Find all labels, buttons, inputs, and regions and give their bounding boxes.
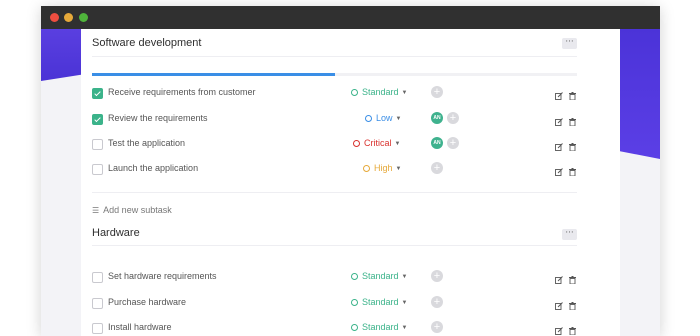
priority-dropdown[interactable]: Standard ▼ <box>351 271 407 281</box>
section-divider <box>92 245 577 246</box>
trash-icon[interactable] <box>569 322 576 336</box>
edit-icon[interactable] <box>555 138 563 151</box>
priority-label: Standard <box>362 322 399 332</box>
chevron-down-icon: ▼ <box>401 300 408 306</box>
task-checkbox[interactable] <box>92 88 103 99</box>
priority-circle-icon <box>351 273 358 280</box>
plus-icon[interactable]: + <box>431 162 443 174</box>
priority-circle-icon <box>351 324 358 331</box>
section-divider <box>92 192 577 193</box>
avatar[interactable]: AN <box>431 137 443 149</box>
chevron-down-icon: ▼ <box>394 141 401 147</box>
plus-icon[interactable]: + <box>431 321 443 333</box>
task-name: Launch the application <box>108 163 199 173</box>
section-title: Hardware <box>92 227 140 239</box>
edit-icon[interactable] <box>555 113 563 126</box>
task-name: Set hardware requirements <box>108 271 217 281</box>
priority-dropdown[interactable]: Low ▼ <box>365 113 401 123</box>
task-row: Set hardware requirements Standard ▼ + <box>81 268 620 288</box>
chevron-down-icon: ▼ <box>395 116 402 122</box>
chevron-down-icon: ▼ <box>401 325 408 331</box>
more-options-button[interactable]: ··· <box>562 38 577 49</box>
background-accent-right <box>620 29 660 159</box>
task-card: Software development ··· Receive require… <box>81 29 620 336</box>
close-window-button[interactable] <box>50 13 59 22</box>
task-name: Purchase hardware <box>108 297 187 307</box>
task-checkbox[interactable] <box>92 164 103 175</box>
maximize-window-button[interactable] <box>79 13 88 22</box>
trash-icon[interactable] <box>569 138 576 152</box>
priority-label: Standard <box>362 271 399 281</box>
plus-icon[interactable]: + <box>447 137 459 149</box>
priority-circle-icon <box>353 140 360 147</box>
plus-icon[interactable]: + <box>447 112 459 124</box>
task-checkbox[interactable] <box>92 298 103 309</box>
task-row: Purchase hardware Standard ▼ + <box>81 294 620 314</box>
edit-icon[interactable] <box>555 87 563 100</box>
priority-label: Critical <box>364 138 392 148</box>
priority-circle-icon <box>351 299 358 306</box>
minimize-window-button[interactable] <box>64 13 73 22</box>
plus-icon[interactable]: + <box>431 86 443 98</box>
edit-icon[interactable] <box>555 163 563 176</box>
edit-icon[interactable] <box>555 297 563 310</box>
priority-dropdown[interactable]: High ▼ <box>363 163 401 173</box>
more-options-button[interactable]: ··· <box>562 229 577 240</box>
progress-bar <box>92 73 577 76</box>
priority-label: Standard <box>362 87 399 97</box>
add-subtask-label: Add new subtask <box>103 205 172 215</box>
priority-label: Low <box>376 113 393 123</box>
avatar[interactable]: AN <box>431 112 443 124</box>
priority-circle-icon <box>351 89 358 96</box>
priority-dropdown[interactable]: Critical ▼ <box>353 138 400 148</box>
task-row: Review the requirements Low ▼ AN + <box>81 110 620 130</box>
task-row: Receive requirements from customer Standa… <box>81 84 620 104</box>
priority-circle-icon <box>363 165 370 172</box>
priority-dropdown[interactable]: Standard ▼ <box>351 87 407 97</box>
background-accent-left <box>41 29 81 81</box>
task-checkbox[interactable] <box>92 272 103 283</box>
trash-icon[interactable] <box>569 297 576 311</box>
priority-label: Standard <box>362 297 399 307</box>
priority-dropdown[interactable]: Standard ▼ <box>351 297 407 307</box>
priority-circle-icon <box>365 115 372 122</box>
list-icon: ☰ <box>92 206 100 215</box>
task-checkbox[interactable] <box>92 114 103 125</box>
title-bar <box>41 6 660 29</box>
plus-icon[interactable]: + <box>431 270 443 282</box>
section-title: Software development <box>92 37 202 49</box>
task-checkbox[interactable] <box>92 323 103 334</box>
trash-icon[interactable] <box>569 113 576 127</box>
chevron-down-icon: ▼ <box>401 274 408 280</box>
task-row: Install hardware Standard ▼ + <box>81 319 620 336</box>
task-name: Install hardware <box>108 322 172 332</box>
section-divider <box>92 56 577 57</box>
task-checkbox[interactable] <box>92 139 103 150</box>
add-subtask-link[interactable]: ☰ Add new subtask <box>92 205 172 215</box>
chevron-down-icon: ▼ <box>395 166 402 172</box>
priority-label: High <box>374 163 393 173</box>
task-row: Test the application Critical ▼ AN + <box>81 135 620 155</box>
edit-icon[interactable] <box>555 271 563 284</box>
trash-icon[interactable] <box>569 163 576 177</box>
task-name: Receive requirements from customer <box>108 87 256 97</box>
plus-icon[interactable]: + <box>431 296 443 308</box>
trash-icon[interactable] <box>569 271 576 285</box>
chevron-down-icon: ▼ <box>401 90 408 96</box>
app-window: Software development ··· Receive require… <box>41 6 660 336</box>
task-name: Review the requirements <box>108 113 208 123</box>
task-row: Launch the application High ▼ + <box>81 160 620 180</box>
priority-dropdown[interactable]: Standard ▼ <box>351 322 407 332</box>
edit-icon[interactable] <box>555 322 563 335</box>
trash-icon[interactable] <box>569 87 576 101</box>
progress-bar-fill <box>92 73 335 76</box>
task-name: Test the application <box>108 138 186 148</box>
